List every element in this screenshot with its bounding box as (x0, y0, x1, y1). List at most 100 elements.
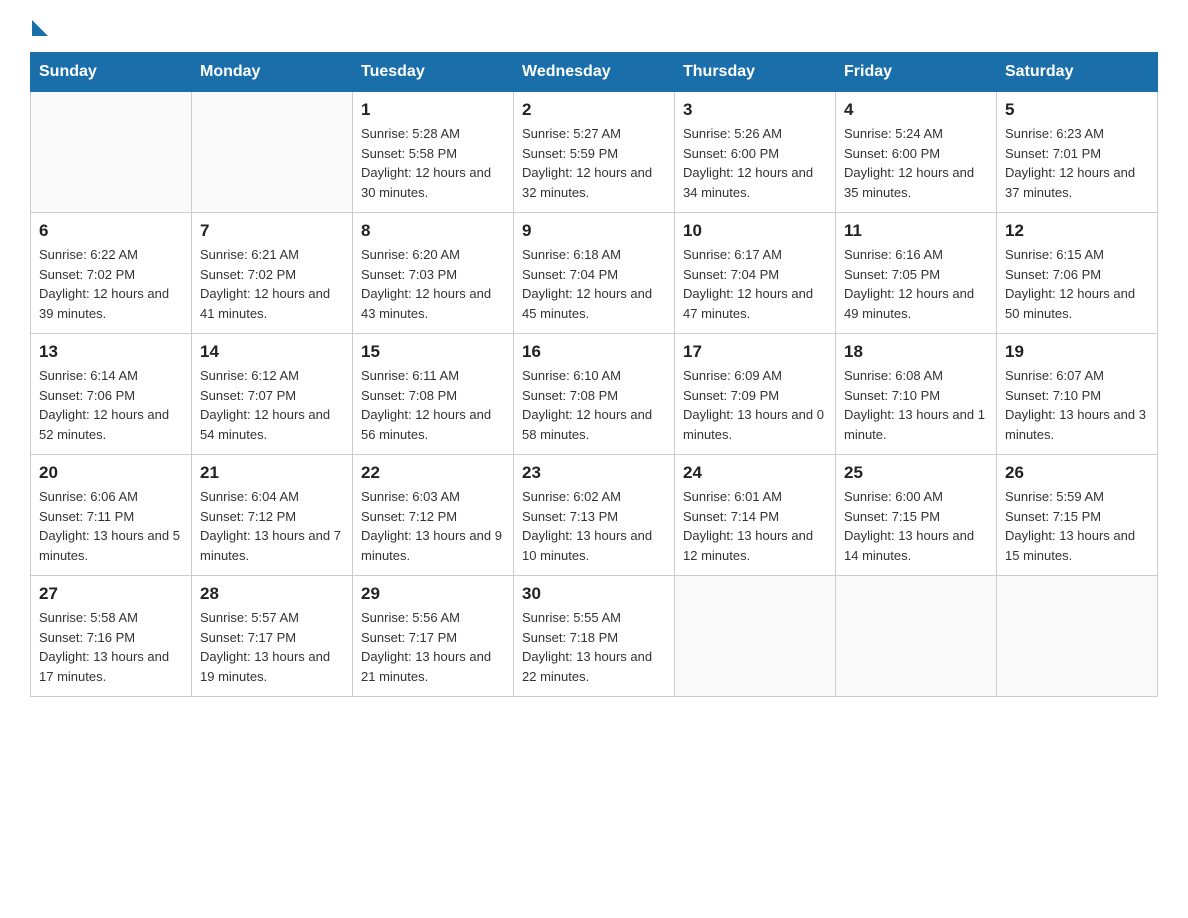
day-info: Sunrise: 6:11 AMSunset: 7:08 PMDaylight:… (361, 366, 505, 444)
calendar-day-cell: 16Sunrise: 6:10 AMSunset: 7:08 PMDayligh… (514, 334, 675, 455)
calendar-day-cell: 19Sunrise: 6:07 AMSunset: 7:10 PMDayligh… (997, 334, 1158, 455)
calendar-header-friday: Friday (836, 53, 997, 92)
day-info: Sunrise: 6:00 AMSunset: 7:15 PMDaylight:… (844, 487, 988, 565)
day-info: Sunrise: 6:22 AMSunset: 7:02 PMDaylight:… (39, 245, 183, 323)
calendar-day-cell: 10 Sunrise: 6:17 AMSunset: 7:04 PMDayligh… (675, 213, 836, 334)
day-info: Sunrise: 6:21 AMSunset: 7:02 PMDaylight:… (200, 245, 344, 323)
day-number: 18 (844, 342, 988, 362)
day-number: 13 (39, 342, 183, 362)
day-info: Sunrise: 6:20 AMSunset: 7:03 PMDaylight:… (361, 245, 505, 323)
day-number: 21 (200, 463, 344, 483)
calendar-day-cell: 17 Sunrise: 6:09 AMSunset: 7:09 PMDayligh… (675, 334, 836, 455)
day-info: Sunrise: 5:28 AMSunset: 5:58 PMDaylight:… (361, 124, 505, 202)
day-number: 2 (522, 100, 666, 120)
calendar-header-saturday: Saturday (997, 53, 1158, 92)
calendar-header-thursday: Thursday (675, 53, 836, 92)
calendar-day-cell: 5 Sunrise: 6:23 AMSunset: 7:01 PMDaylight… (997, 92, 1158, 213)
day-number: 1 (361, 100, 505, 120)
logo (30, 20, 48, 32)
calendar-day-cell: 11 Sunrise: 6:16 AMSunset: 7:05 PMDayligh… (836, 213, 997, 334)
calendar-day-cell (192, 92, 353, 213)
day-number: 8 (361, 221, 505, 241)
day-number: 5 (1005, 100, 1149, 120)
day-info: Sunrise: 5:58 AMSunset: 7:16 PMDaylight:… (39, 608, 183, 686)
calendar-day-cell: 20 Sunrise: 6:06 AMSunset: 7:11 PMDayligh… (31, 455, 192, 576)
calendar-day-cell: 13 Sunrise: 6:14 AMSunset: 7:06 PMDayligh… (31, 334, 192, 455)
calendar-day-cell: 4Sunrise: 5:24 AMSunset: 6:00 PMDaylight… (836, 92, 997, 213)
day-number: 17 (683, 342, 827, 362)
day-info: Sunrise: 6:06 AMSunset: 7:11 PMDaylight:… (39, 487, 183, 565)
day-number: 14 (200, 342, 344, 362)
calendar-day-cell: 23 Sunrise: 6:02 AMSunset: 7:13 PMDayligh… (514, 455, 675, 576)
day-number: 10 (683, 221, 827, 241)
day-number: 11 (844, 221, 988, 241)
day-number: 30 (522, 584, 666, 604)
calendar-week-row: 13 Sunrise: 6:14 AMSunset: 7:06 PMDayligh… (31, 334, 1158, 455)
day-info: Sunrise: 6:23 AMSunset: 7:01 PMDaylight:… (1005, 124, 1149, 202)
day-number: 16 (522, 342, 666, 362)
day-number: 7 (200, 221, 344, 241)
day-info: Sunrise: 6:03 AMSunset: 7:12 PMDaylight:… (361, 487, 505, 565)
day-info: Sunrise: 6:17 AMSunset: 7:04 PMDaylight:… (683, 245, 827, 323)
calendar-day-cell (836, 576, 997, 697)
day-info: Sunrise: 6:07 AMSunset: 7:10 PMDaylight:… (1005, 366, 1149, 444)
day-number: 9 (522, 221, 666, 241)
calendar-day-cell: 15Sunrise: 6:11 AMSunset: 7:08 PMDayligh… (353, 334, 514, 455)
day-info: Sunrise: 5:26 AMSunset: 6:00 PMDaylight:… (683, 124, 827, 202)
day-info: Sunrise: 6:01 AMSunset: 7:14 PMDaylight:… (683, 487, 827, 565)
calendar-header-row: SundayMondayTuesdayWednesdayThursdayFrid… (31, 53, 1158, 92)
calendar-day-cell: 7 Sunrise: 6:21 AMSunset: 7:02 PMDaylight… (192, 213, 353, 334)
day-info: Sunrise: 6:16 AMSunset: 7:05 PMDaylight:… (844, 245, 988, 323)
calendar-day-cell (997, 576, 1158, 697)
calendar-day-cell: 2 Sunrise: 5:27 AMSunset: 5:59 PMDaylight… (514, 92, 675, 213)
day-info: Sunrise: 6:08 AMSunset: 7:10 PMDaylight:… (844, 366, 988, 444)
day-number: 24 (683, 463, 827, 483)
day-info: Sunrise: 6:09 AMSunset: 7:09 PMDaylight:… (683, 366, 827, 444)
calendar-day-cell: 3 Sunrise: 5:26 AMSunset: 6:00 PMDaylight… (675, 92, 836, 213)
calendar-day-cell: 30 Sunrise: 5:55 AMSunset: 7:18 PMDayligh… (514, 576, 675, 697)
day-number: 23 (522, 463, 666, 483)
calendar-day-cell: 24 Sunrise: 6:01 AMSunset: 7:14 PMDayligh… (675, 455, 836, 576)
day-info: Sunrise: 6:18 AMSunset: 7:04 PMDaylight:… (522, 245, 666, 323)
calendar-table: SundayMondayTuesdayWednesdayThursdayFrid… (30, 52, 1158, 697)
calendar-header-sunday: Sunday (31, 53, 192, 92)
day-info: Sunrise: 6:04 AMSunset: 7:12 PMDaylight:… (200, 487, 344, 565)
calendar-day-cell: 28 Sunrise: 5:57 AMSunset: 7:17 PMDayligh… (192, 576, 353, 697)
day-number: 26 (1005, 463, 1149, 483)
logo-arrow-icon (32, 20, 48, 36)
page-header (30, 20, 1158, 32)
day-number: 3 (683, 100, 827, 120)
day-info: Sunrise: 5:57 AMSunset: 7:17 PMDaylight:… (200, 608, 344, 686)
day-number: 20 (39, 463, 183, 483)
day-number: 25 (844, 463, 988, 483)
calendar-day-cell: 27 Sunrise: 5:58 AMSunset: 7:16 PMDayligh… (31, 576, 192, 697)
day-number: 6 (39, 221, 183, 241)
day-info: Sunrise: 5:27 AMSunset: 5:59 PMDaylight:… (522, 124, 666, 202)
calendar-header-monday: Monday (192, 53, 353, 92)
day-number: 28 (200, 584, 344, 604)
calendar-day-cell: 6 Sunrise: 6:22 AMSunset: 7:02 PMDaylight… (31, 213, 192, 334)
day-info: Sunrise: 6:12 AMSunset: 7:07 PMDaylight:… (200, 366, 344, 444)
day-info: Sunrise: 6:15 AMSunset: 7:06 PMDaylight:… (1005, 245, 1149, 323)
calendar-day-cell: 12 Sunrise: 6:15 AMSunset: 7:06 PMDayligh… (997, 213, 1158, 334)
calendar-day-cell: 14 Sunrise: 6:12 AMSunset: 7:07 PMDayligh… (192, 334, 353, 455)
calendar-week-row: 20 Sunrise: 6:06 AMSunset: 7:11 PMDayligh… (31, 455, 1158, 576)
day-info: Sunrise: 5:56 AMSunset: 7:17 PMDaylight:… (361, 608, 505, 686)
day-info: Sunrise: 6:02 AMSunset: 7:13 PMDaylight:… (522, 487, 666, 565)
calendar-day-cell: 1 Sunrise: 5:28 AMSunset: 5:58 PMDaylight… (353, 92, 514, 213)
day-number: 12 (1005, 221, 1149, 241)
calendar-day-cell (31, 92, 192, 213)
day-info: Sunrise: 5:55 AMSunset: 7:18 PMDaylight:… (522, 608, 666, 686)
calendar-day-cell: 29Sunrise: 5:56 AMSunset: 7:17 PMDayligh… (353, 576, 514, 697)
calendar-week-row: 27 Sunrise: 5:58 AMSunset: 7:16 PMDayligh… (31, 576, 1158, 697)
calendar-day-cell: 21 Sunrise: 6:04 AMSunset: 7:12 PMDayligh… (192, 455, 353, 576)
calendar-week-row: 6 Sunrise: 6:22 AMSunset: 7:02 PMDaylight… (31, 213, 1158, 334)
day-info: Sunrise: 6:14 AMSunset: 7:06 PMDaylight:… (39, 366, 183, 444)
calendar-day-cell: 25 Sunrise: 6:00 AMSunset: 7:15 PMDayligh… (836, 455, 997, 576)
calendar-day-cell (675, 576, 836, 697)
day-info: Sunrise: 5:24 AMSunset: 6:00 PMDaylight:… (844, 124, 988, 202)
calendar-day-cell: 9 Sunrise: 6:18 AMSunset: 7:04 PMDaylight… (514, 213, 675, 334)
day-number: 22 (361, 463, 505, 483)
day-number: 27 (39, 584, 183, 604)
calendar-header-tuesday: Tuesday (353, 53, 514, 92)
